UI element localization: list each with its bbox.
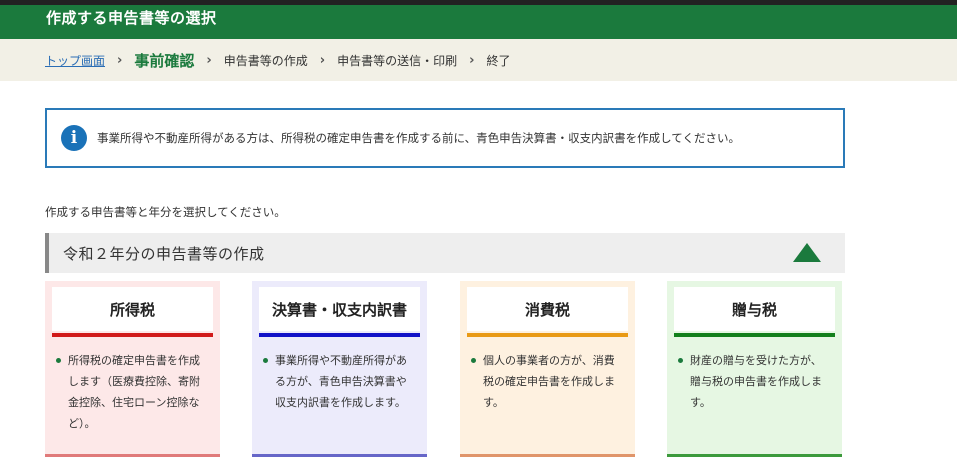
card-consumption-tax[interactable]: 消費税 個人の事業者の方が、消費税の確定申告書を作成します。 — [460, 281, 635, 457]
card-title: 贈与税 — [674, 287, 835, 331]
card-description: 事業所得や不動産所得がある方が、青色申告決算書や収支内訳書を作成します。 — [259, 337, 420, 413]
breadcrumb-separator: › — [117, 52, 123, 68]
breadcrumb-separator: › — [206, 52, 212, 68]
card-description: 個人の事業者の方が、消費税の確定申告書を作成します。 — [467, 337, 628, 413]
card-income-tax[interactable]: 所得税 所得税の確定申告書を作成します（医療費控除、寄附金控除、住宅ローン控除な… — [45, 281, 220, 457]
collapse-triangle-icon[interactable] — [793, 243, 821, 262]
card-gift-tax[interactable]: 贈与税 財産の贈与を受けた方が、贈与税の申告書を作成します。 — [667, 281, 842, 457]
card-title: 消費税 — [467, 287, 628, 331]
info-notice: i 事業所得や不動産所得がある方は、所得税の確定申告書を作成する前に、青色申告決… — [45, 108, 845, 168]
breadcrumb-step-create: 申告書等の作成 — [223, 53, 308, 68]
breadcrumb: トップ画面 › 事前確認 › 申告書等の作成 › 申告書等の送信・印刷 › 終了 — [0, 39, 957, 81]
card-title: 所得税 — [52, 287, 213, 331]
card-description-text: 財産の贈与を受けた方が、贈与税の申告書を作成します。 — [690, 354, 822, 409]
info-icon: i — [61, 125, 87, 151]
breadcrumb-top-link[interactable]: トップ画面 — [45, 52, 105, 69]
breadcrumb-separator: › — [319, 52, 326, 68]
page-title: 作成する申告書等の選択 — [46, 9, 217, 27]
breadcrumb-step-send-print: 申告書等の送信・印刷 — [337, 53, 458, 68]
card-bottom-border — [667, 454, 842, 457]
breadcrumb-step-end: 終了 — [486, 53, 511, 68]
card-description: 所得税の確定申告書を作成します（医療費控除、寄附金控除、住宅ローン控除など）。 — [52, 337, 213, 434]
bullet-icon — [263, 358, 268, 363]
breadcrumb-separator: › — [469, 52, 475, 68]
breadcrumb-current-step: 事前確認 — [134, 51, 195, 70]
card-description-text: 所得税の確定申告書を作成します（医療費控除、寄附金控除、住宅ローン控除など）。 — [68, 354, 200, 430]
bullet-icon — [56, 358, 61, 363]
card-bottom-border — [252, 454, 427, 457]
card-description-text: 個人の事業者の方が、消費税の確定申告書を作成します。 — [483, 354, 615, 409]
card-financial-statement[interactable]: 決算書・収支内訳書 事業所得や不動産所得がある方が、青色申告決算書や収支内訳書を… — [252, 281, 427, 457]
bullet-icon — [471, 358, 476, 363]
info-notice-text: 事業所得や不動産所得がある方は、所得税の確定申告書を作成する前に、青色申告決算書… — [97, 131, 740, 145]
card-bottom-border — [45, 454, 220, 457]
card-bottom-border — [460, 454, 635, 457]
card-title: 決算書・収支内訳書 — [259, 287, 420, 331]
card-description: 財産の贈与を受けた方が、贈与税の申告書を作成します。 — [674, 337, 835, 413]
instruction-text: 作成する申告書等と年分を選択してください。 — [45, 205, 286, 219]
section-title: 令和２年分の申告書等の作成 — [63, 244, 265, 263]
section-header: 令和２年分の申告書等の作成 — [45, 233, 845, 273]
card-description-text: 事業所得や不動産所得がある方が、青色申告決算書や収支内訳書を作成します。 — [275, 354, 407, 409]
page-header: 作成する申告書等の選択 — [0, 5, 957, 39]
bullet-icon — [678, 358, 683, 363]
